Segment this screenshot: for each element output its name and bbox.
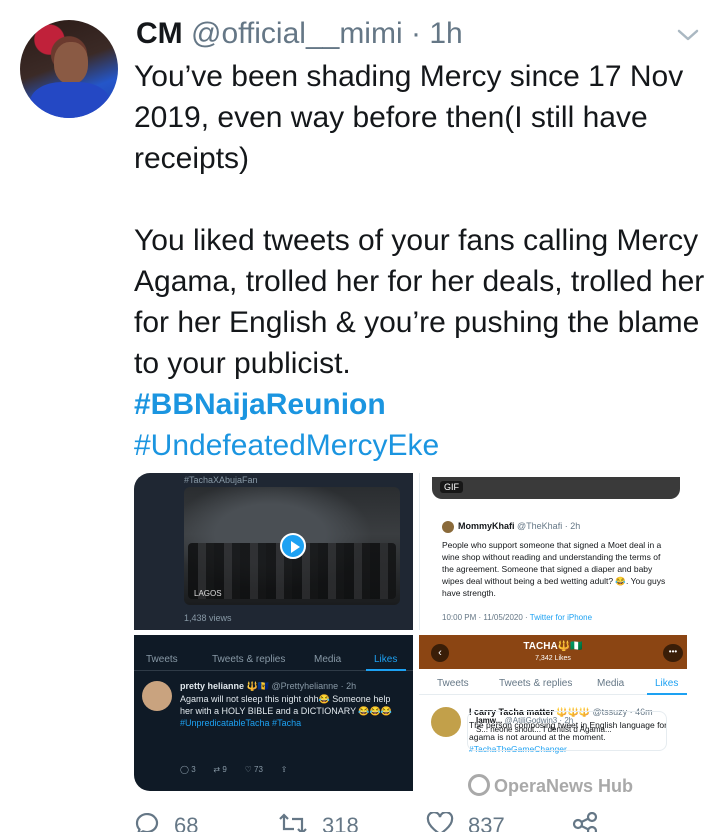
reply-icon: ◯ <box>180 765 189 774</box>
quoted-author-name: Iamw... <box>476 716 503 725</box>
share-button[interactable] <box>570 811 614 832</box>
liked-tweet-author-name: pretty helianne 🔱🇧🇧 <box>180 681 269 691</box>
hashtag-link-2[interactable]: #UndefeatedMercyEke <box>134 425 706 466</box>
tweet-paragraph-1: You’ve been shading Mercy since 17 Nov 2… <box>134 60 684 175</box>
hashtag-link-1[interactable]: #BBNaijaReunion <box>134 384 706 425</box>
tab-underline <box>366 669 406 671</box>
quoted-tweet: Iamw... @AtiliGodwin3 · 2h S... neone sh… <box>467 711 667 751</box>
tweet-header: CM @official__mimi · 1h <box>136 16 463 52</box>
heart-icon <box>426 811 454 832</box>
liked-retweet-count: 9 <box>222 765 227 774</box>
embedded-text: People who support someone that signed a… <box>442 540 666 598</box>
liked-tweet-body: Agama will not sleep this night ohh😂 Som… <box>180 694 393 716</box>
play-icon[interactable] <box>280 533 306 559</box>
embedded-author: MommyKhafi @TheKhafi · 2h <box>458 521 580 531</box>
profile-tabs-dark: Tweets Tweets & replies Media Likes <box>134 645 413 671</box>
liked-tweet-text: Agama will not sleep this night ohh😂 Som… <box>180 693 400 729</box>
media-tile-video[interactable]: #TachaXAbujaFan LAGOS 1,438 views <box>134 473 413 630</box>
avatar-body <box>30 82 110 118</box>
tab-tweets-replies: Tweets & replies <box>499 678 573 689</box>
quoted-text: S... neone shout... I dentist d Agama... <box>476 725 612 734</box>
embedded-author-name: MommyKhafi <box>458 521 515 531</box>
embedded-tweet: MommyKhafi @TheKhafi · 2h People who sup… <box>434 513 680 625</box>
profile-header-bar: ‹ TACHA🔱🇳🇬 7,342 Likes ••• <box>419 635 687 669</box>
like-count: 837 <box>468 813 505 832</box>
more-icon: ••• <box>663 644 683 662</box>
heart-icon: ♡ <box>244 765 252 774</box>
avatar-face <box>54 42 88 84</box>
liked-tweet-tags: #UnpredicatableTacha #Tacha <box>180 718 302 728</box>
chevron-down-icon[interactable] <box>676 26 700 44</box>
gif-badge: GIF <box>440 481 463 493</box>
watermark-text: OperaNews Hub <box>494 776 634 796</box>
watermark-logo-icon <box>468 774 490 796</box>
quoted-author-handle: @AtiliGodwin3 · 2h <box>504 716 574 725</box>
embedded-avatar <box>442 521 454 533</box>
retweet-count: 318 <box>322 813 359 832</box>
embedded-author-handle: @TheKhafi · 2h <box>517 521 581 531</box>
media-tile-screenshot-2[interactable]: Tweets Tweets & replies Media Likes pret… <box>134 635 413 791</box>
media-tile-screenshot-1[interactable]: GIF MommyKhafi @TheKhafi · 2h People who… <box>419 473 687 630</box>
tab-tweets: Tweets <box>437 678 469 689</box>
tweet-paragraph-2: You liked tweets of your fans calling Me… <box>134 224 705 380</box>
tab-media: Media <box>314 654 342 665</box>
liked-tweet-avatar <box>431 707 461 737</box>
share-icon: ⇪ <box>280 765 288 774</box>
tweet-body: You’ve been shading Mercy since 17 Nov 2… <box>134 56 706 466</box>
author-name[interactable]: CM <box>136 17 183 50</box>
tab-tweets-replies: Tweets & replies <box>212 654 286 665</box>
separator-dot: · <box>410 17 421 50</box>
author-avatar[interactable] <box>20 20 118 118</box>
tweet-actions: 68 318 837 <box>134 808 614 832</box>
video-location-tag: LAGOS <box>194 589 222 598</box>
embedded-meta: 10:00 PM · 11/05/2020 · Twitter for iPho… <box>442 613 592 622</box>
gif-preview-bar <box>432 477 680 499</box>
video-top-caption: #TachaXAbujaFan <box>184 475 258 485</box>
liked-tweet-author: pretty helianne 🔱🇧🇧 @Prettyhelianne · 2h <box>180 681 356 692</box>
reply-button[interactable]: 68 <box>134 812 198 832</box>
tab-underline <box>647 693 687 695</box>
media-tile-screenshot-3[interactable]: ‹ TACHA🔱🇳🇬 7,342 Likes ••• Tweets Tweets… <box>419 635 687 791</box>
watermark: OperaNews Hub <box>468 774 708 810</box>
liked-like-count: 73 <box>254 765 263 774</box>
tab-tweets: Tweets <box>146 654 178 665</box>
liked-tweet-avatar <box>142 681 172 711</box>
tab-likes: Likes <box>374 654 398 665</box>
liked-tweet-author-handle: @Prettyhelianne · 2h <box>271 681 357 691</box>
video-views: 1,438 views <box>184 613 232 623</box>
share-icon <box>572 811 598 832</box>
profile-title: TACHA🔱🇳🇬 <box>523 641 583 652</box>
retweet-icon: ⇄ <box>213 765 221 774</box>
embedded-timestamp: 10:00 PM · 11/05/2020 · <box>442 613 528 622</box>
embedded-client: Twitter for iPhone <box>529 613 593 622</box>
author-handle[interactable]: @official__mimi <box>191 17 403 50</box>
reply-icon <box>135 812 159 832</box>
like-button[interactable]: 837 <box>426 811 505 832</box>
tab-likes: Likes <box>655 678 679 689</box>
liked-reply-count: 3 <box>191 765 196 774</box>
media-grid: #TachaXAbujaFan LAGOS 1,438 views GIF Mo… <box>134 473 687 791</box>
profile-likes-count: 7,342 Likes <box>535 655 571 662</box>
liked-tweet-actions: ◯ 3 ⇄ 9 ♡ 73 ⇪ <box>180 765 287 774</box>
retweet-button[interactable]: 318 <box>278 812 359 832</box>
retweet-icon <box>279 813 307 832</box>
profile-tabs-light: Tweets Tweets & replies Media Likes <box>419 669 687 695</box>
tab-media: Media <box>597 678 625 689</box>
reply-count: 68 <box>174 813 199 832</box>
tweet-time[interactable]: 1h <box>429 17 462 50</box>
